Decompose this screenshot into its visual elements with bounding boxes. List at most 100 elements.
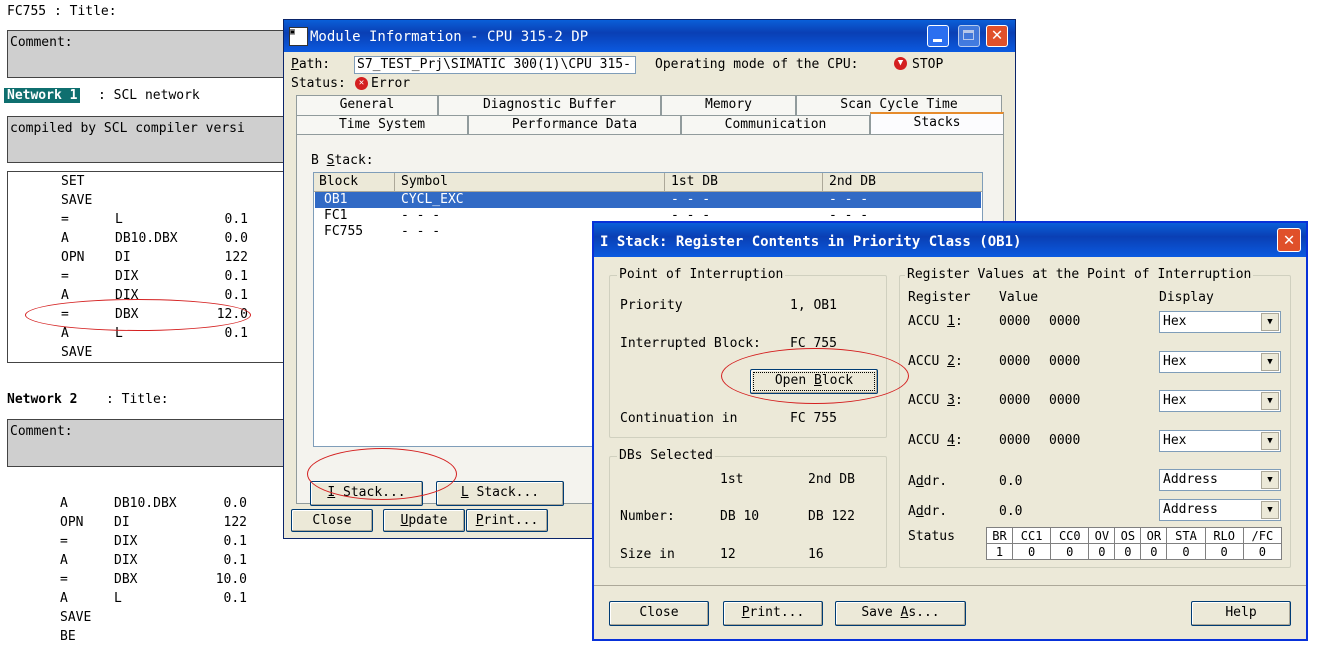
code-address: 0.1 bbox=[224, 269, 248, 284]
stop-icon: ▼ bbox=[894, 57, 907, 70]
tab-diagnostic-buffer[interactable]: Diagnostic Buffer bbox=[438, 95, 661, 115]
addr-label: Addr. bbox=[908, 504, 948, 519]
status-bits-label: Status bbox=[908, 529, 955, 544]
tab-performance-data[interactable]: Performance Data bbox=[468, 115, 681, 135]
minimize-icon bbox=[933, 39, 942, 42]
code-line[interactable]: = L 0.1 bbox=[8, 212, 298, 231]
status-bit-value: 0 bbox=[1114, 543, 1142, 560]
status-bit-value: 0 bbox=[1088, 543, 1116, 560]
bstack-row[interactable]: OB1 CYCL_EXC - - - - - - bbox=[315, 192, 981, 208]
code-line[interactable]: SAVE bbox=[7, 610, 297, 629]
maximize-button[interactable] bbox=[958, 25, 980, 47]
code-line[interactable]: SET bbox=[8, 174, 298, 193]
display-format-select[interactable]: Hex ▼ bbox=[1159, 430, 1281, 452]
display-format-select[interactable]: Hex ▼ bbox=[1159, 351, 1281, 373]
addr-format-select[interactable]: Address ▼ bbox=[1159, 469, 1281, 491]
code-line[interactable]: SAVE bbox=[8, 345, 298, 364]
istack-dialog: I Stack: Register Contents in Priority C… bbox=[592, 221, 1308, 641]
col-block[interactable]: Block bbox=[319, 174, 358, 189]
code-line[interactable]: = DIX 0.1 bbox=[8, 269, 298, 288]
code-line[interactable]: = DBX 10.0 bbox=[7, 572, 297, 591]
tab-stacks[interactable]: Stacks bbox=[870, 112, 1004, 135]
update-button[interactable]: Update bbox=[383, 509, 465, 532]
tab-memory[interactable]: Memory bbox=[661, 95, 796, 115]
code-op: A bbox=[60, 591, 68, 606]
code-address: 0.1 bbox=[223, 534, 247, 549]
status-bit-header: OS bbox=[1114, 527, 1142, 544]
code-address: 0.1 bbox=[223, 553, 247, 568]
status-bit-value: 0 bbox=[1050, 543, 1090, 560]
dbs-col-2nd: 2nd DB bbox=[808, 472, 855, 487]
code-line[interactable]: BE bbox=[7, 629, 297, 648]
chevron-down-icon[interactable]: ▼ bbox=[1261, 353, 1279, 371]
path-field[interactable]: S7_TEST_Prj\SIMATIC 300(1)\CPU 315- bbox=[354, 56, 636, 74]
size-label: Size in bbox=[620, 547, 675, 562]
code-op: SAVE bbox=[60, 610, 92, 625]
bstack-cell: - - - bbox=[829, 192, 869, 207]
path-label: Path: bbox=[291, 57, 331, 72]
help-button[interactable]: Help bbox=[1191, 601, 1291, 626]
tab-time-system[interactable]: Time System bbox=[296, 115, 468, 135]
dbs-col-1st: 1st bbox=[720, 472, 744, 487]
code-line[interactable]: A L 0.1 bbox=[7, 591, 297, 610]
status-bit-header: CC0 bbox=[1050, 527, 1090, 544]
register-value-low: 0000 bbox=[1049, 314, 1081, 329]
module-close-button[interactable]: Close bbox=[291, 509, 373, 532]
istack-close-window-button[interactable]: ✕ bbox=[1277, 228, 1301, 252]
istack-titlebar[interactable]: I Stack: Register Contents in Priority C… bbox=[594, 223, 1306, 257]
code-line[interactable]: A DB10.DBX 0.0 bbox=[8, 231, 298, 250]
code-op: = bbox=[61, 212, 69, 227]
code-address: 10.0 bbox=[215, 572, 247, 587]
chevron-down-icon[interactable]: ▼ bbox=[1261, 501, 1279, 519]
col-1st-db[interactable]: 1st DB bbox=[671, 174, 718, 189]
bstack-header: Block Symbol 1st DB 2nd DB bbox=[314, 173, 982, 192]
code-address: 0.1 bbox=[223, 591, 247, 606]
module-print-button[interactable]: Print... bbox=[466, 509, 548, 532]
module-titlebar[interactable]: ▣ Module Information - CPU 315-2 DP ✕ bbox=[284, 20, 1015, 52]
network-1-label[interactable]: Network 1 bbox=[2, 87, 82, 104]
addr-format-select[interactable]: Address ▼ bbox=[1159, 499, 1281, 521]
tab-general[interactable]: General bbox=[296, 95, 438, 115]
minimize-button[interactable] bbox=[927, 25, 949, 47]
bstack-cell: FC755 bbox=[324, 224, 364, 239]
code-line[interactable]: OPN DI 122 bbox=[8, 250, 298, 269]
istack-close-button[interactable]: Close bbox=[609, 601, 709, 626]
code-operand: DIX bbox=[115, 269, 139, 284]
bstack-label: B Stack: bbox=[311, 153, 374, 168]
code-address: 122 bbox=[223, 515, 247, 530]
col-2nd-db[interactable]: 2nd DB bbox=[829, 174, 876, 189]
chevron-down-icon[interactable]: ▼ bbox=[1261, 392, 1279, 410]
display-format-select[interactable]: Hex ▼ bbox=[1159, 311, 1281, 333]
network-2-code[interactable]: A DB10.DBX 0.0 OPN DI 122 = DIX 0.1 A DIX 0.1 = DBX 10… bbox=[7, 494, 297, 649]
lstack-button[interactable]: L Stack... bbox=[436, 481, 564, 506]
continuation-label: Continuation in bbox=[620, 411, 738, 426]
close-window-button[interactable]: ✕ bbox=[986, 25, 1008, 47]
register-value-high: 0000 bbox=[999, 354, 1031, 369]
bstack-cell: FC1 bbox=[324, 208, 348, 223]
status-value: Error bbox=[371, 76, 411, 91]
code-op: OPN bbox=[61, 250, 85, 265]
code-line[interactable]: OPN DI 122 bbox=[7, 515, 297, 534]
code-line[interactable]: A DB10.DBX 0.0 bbox=[7, 496, 297, 515]
network-1-code[interactable]: SET SAVE = L 0.1 A DB10.DBX 0.0 OPN DI 122 = DIX 0.1 A… bbox=[7, 171, 299, 363]
code-op: A bbox=[61, 288, 69, 303]
code-line[interactable]: A DIX 0.1 bbox=[7, 553, 297, 572]
bstack-cell: - - - bbox=[401, 208, 441, 223]
display-format-select[interactable]: Hex ▼ bbox=[1159, 390, 1281, 412]
code-op: = bbox=[60, 572, 68, 587]
comment-box-1[interactable]: Comment: bbox=[7, 30, 299, 78]
istack-print-button[interactable]: Print... bbox=[723, 601, 823, 626]
tab-communication[interactable]: Communication bbox=[681, 115, 870, 135]
save-as-button[interactable]: Save As... bbox=[835, 601, 966, 626]
chevron-down-icon[interactable]: ▼ bbox=[1261, 471, 1279, 489]
register-value-high: 0000 bbox=[999, 314, 1031, 329]
chevron-down-icon[interactable]: ▼ bbox=[1261, 432, 1279, 450]
code-line[interactable]: = DIX 0.1 bbox=[7, 534, 297, 553]
code-operand: L bbox=[115, 212, 123, 227]
comment-box-2[interactable]: Comment: bbox=[7, 419, 299, 467]
network-2-title: : Title: bbox=[106, 392, 169, 407]
chevron-down-icon[interactable]: ▼ bbox=[1261, 313, 1279, 331]
code-line[interactable]: SAVE bbox=[8, 193, 298, 212]
network-1-comment[interactable]: compiled by SCL compiler versi bbox=[7, 116, 299, 163]
col-symbol[interactable]: Symbol bbox=[401, 174, 448, 189]
